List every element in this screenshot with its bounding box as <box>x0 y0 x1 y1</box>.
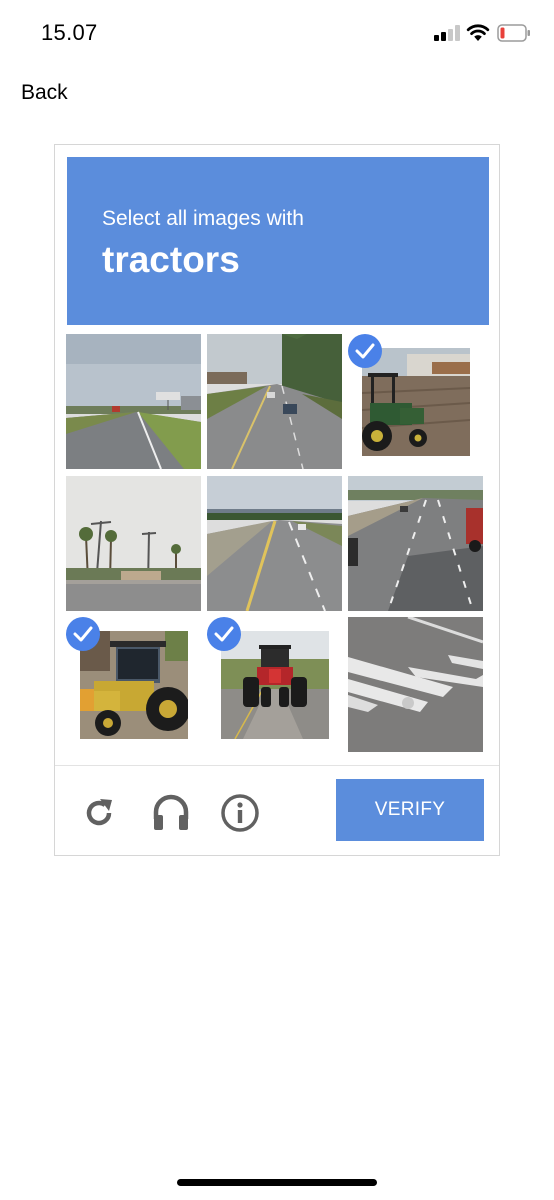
reload-icon[interactable] <box>79 793 119 833</box>
highway-overpass-image <box>207 476 342 611</box>
captcha-tile[interactable] <box>348 617 483 752</box>
captcha-tile[interactable] <box>66 334 201 469</box>
captcha-tile[interactable] <box>207 334 342 469</box>
tractor-image <box>221 631 329 739</box>
captcha-tile[interactable] <box>66 476 201 611</box>
headphones-icon[interactable] <box>151 793 191 833</box>
verify-button[interactable]: VERIFY <box>336 779 484 841</box>
selected-check-icon <box>207 617 241 651</box>
captcha-tile-selected[interactable] <box>207 617 342 752</box>
highway-image <box>207 334 342 469</box>
battery-low-icon <box>497 24 531 42</box>
info-icon[interactable] <box>220 793 260 833</box>
status-bar: 15.07 <box>0 0 554 60</box>
captcha-target-word: tractors <box>102 239 240 280</box>
captcha-instruction: Select all images with <box>102 207 304 230</box>
captcha-tile[interactable] <box>348 476 483 611</box>
status-time: 15.07 <box>41 20 98 45</box>
road-marking-image <box>348 617 483 752</box>
captcha-tile-selected[interactable] <box>66 617 201 752</box>
tractor-image <box>362 348 470 456</box>
home-indicator[interactable] <box>177 1179 377 1186</box>
captcha-tile[interactable] <box>207 476 342 611</box>
selected-check-icon <box>348 334 382 368</box>
wifi-icon <box>466 22 490 42</box>
divider <box>55 765 499 766</box>
captcha-header: Select all images with tractors <box>67 157 489 325</box>
highway-traffic-image <box>348 476 483 611</box>
selected-check-icon <box>66 617 100 651</box>
tractor-image <box>80 631 188 739</box>
street-palms-image <box>66 476 201 611</box>
captcha-challenge: Select all images with tractors VERIFY <box>54 144 500 856</box>
captcha-tile-selected[interactable] <box>348 334 483 469</box>
signal-icon <box>434 25 460 41</box>
highway-image <box>66 334 201 469</box>
back-button[interactable]: Back <box>21 81 68 105</box>
